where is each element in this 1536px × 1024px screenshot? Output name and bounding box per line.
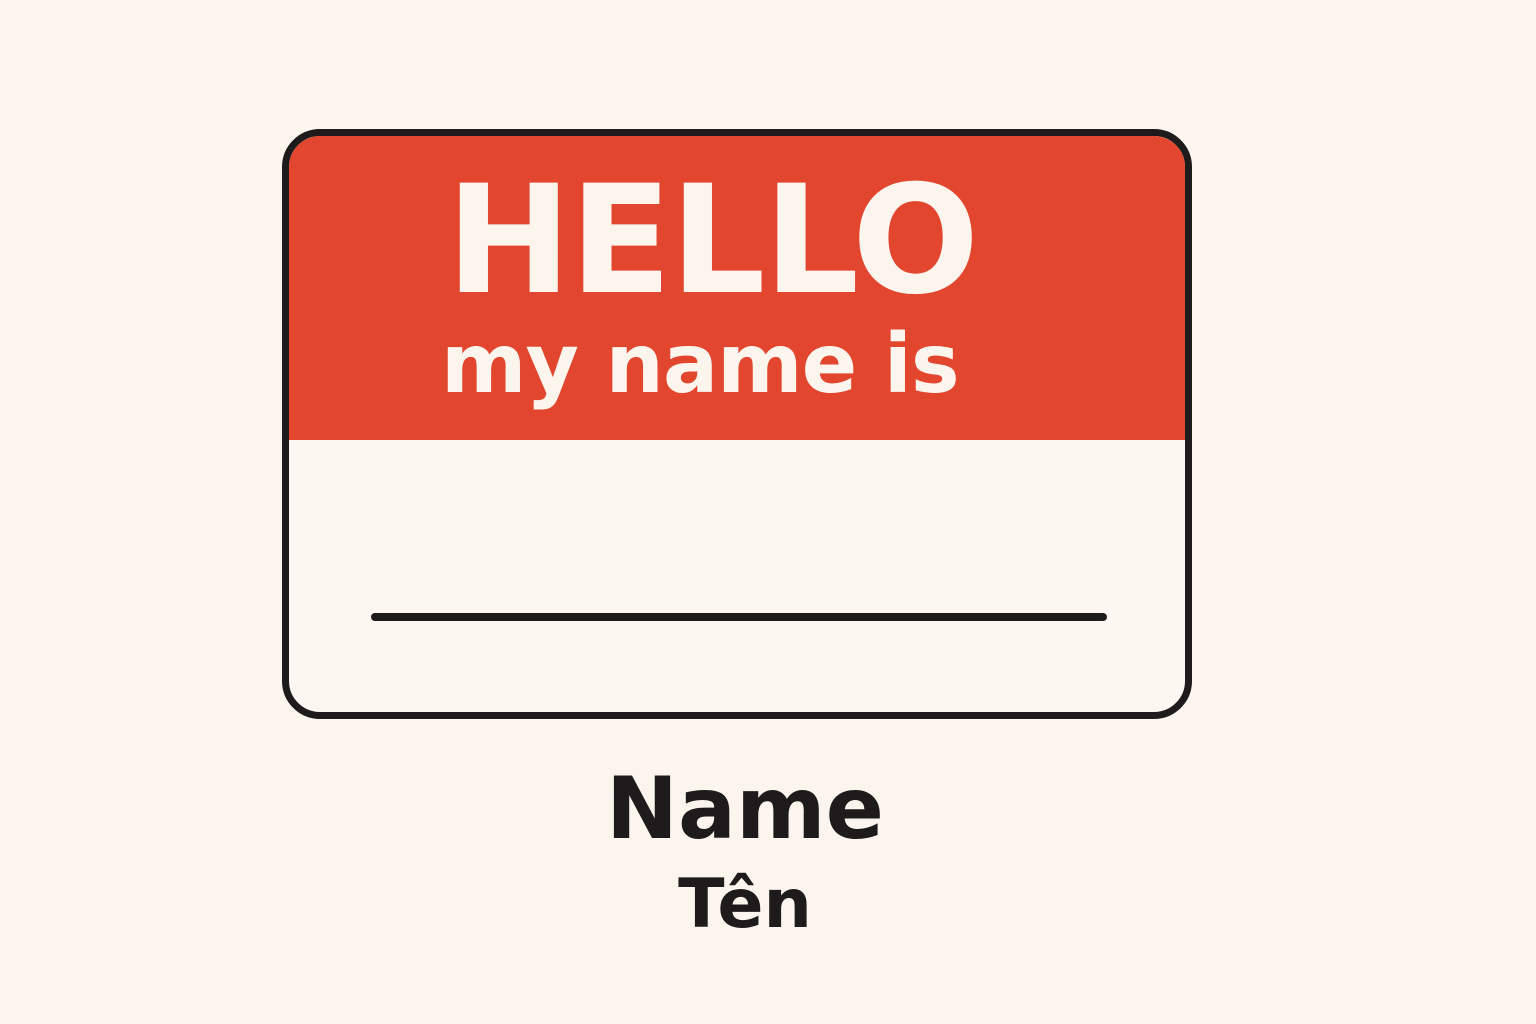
- name-tag-sticker: HELLO my name is: [282, 129, 1192, 719]
- name-write-line: [371, 613, 1107, 621]
- hello-heading: HELLO: [446, 154, 979, 328]
- caption-vietnamese: Tên: [678, 865, 812, 944]
- name-tag-header: HELLO my name is: [289, 136, 1185, 440]
- my-name-is-subtitle: my name is: [441, 317, 960, 412]
- caption-english: Name: [606, 759, 884, 859]
